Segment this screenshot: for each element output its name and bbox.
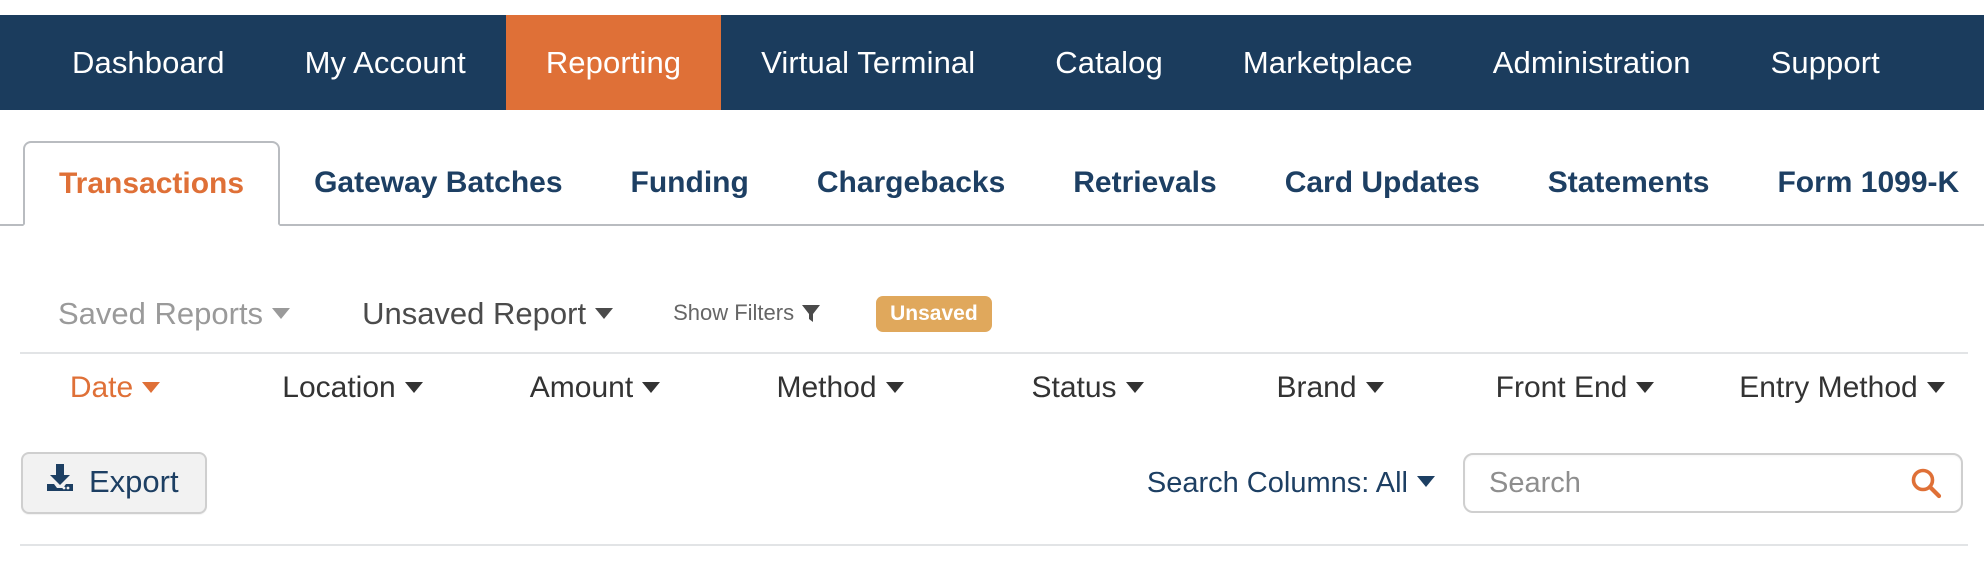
nav-item-label: Marketplace (1242, 44, 1413, 80)
chevron-down-icon (1926, 381, 1945, 393)
export-button-label: Export (89, 464, 179, 499)
show-filters-toggle[interactable]: Show Filters (673, 300, 821, 327)
unsaved-report-dropdown[interactable]: Unsaved Report (362, 296, 614, 332)
tab-retrievals[interactable]: Retrievals (1039, 141, 1250, 224)
chevron-down-icon (1365, 381, 1384, 393)
primary-navigation: Dashboard My Account Reporting Virtual T… (0, 15, 1984, 110)
nav-right-spacer (1920, 15, 1984, 110)
nav-left-spacer (0, 15, 32, 110)
nav-item-my-account[interactable]: My Account (265, 15, 506, 110)
table-divider-bottom (20, 544, 1968, 546)
chevron-down-icon (1636, 381, 1655, 393)
tab-label: Card Updates (1284, 166, 1480, 199)
search-icon[interactable] (1909, 466, 1943, 500)
column-header-label: Date (69, 371, 134, 404)
nav-item-marketplace[interactable]: Marketplace (1203, 15, 1453, 110)
chevron-down-icon (142, 381, 161, 393)
column-header-location[interactable]: Location (230, 371, 475, 405)
chevron-down-icon (272, 308, 291, 320)
nav-item-virtual-terminal[interactable]: Virtual Terminal (721, 15, 1015, 110)
search-box[interactable] (1463, 453, 1963, 513)
column-header-label: Status (1031, 371, 1117, 404)
search-columns-value: All (1375, 466, 1408, 499)
nav-item-label: Catalog (1055, 44, 1163, 80)
tab-label: Form 1099-K (1777, 166, 1960, 199)
column-header-label: Brand (1276, 371, 1357, 404)
saved-reports-dropdown[interactable]: Saved Reports (58, 296, 291, 332)
nav-item-support[interactable]: Support (1731, 15, 1920, 110)
column-header-row: Date Location Amount Method Status Brand… (0, 356, 1984, 420)
nav-item-label: Administration (1492, 44, 1691, 80)
column-header-entry-method[interactable]: Entry Method (1700, 371, 1984, 405)
nav-item-administration[interactable]: Administration (1453, 15, 1731, 110)
nav-item-label: Virtual Terminal (761, 44, 976, 80)
show-filters-label: Show Filters (673, 300, 795, 326)
column-header-label: Location (282, 371, 396, 404)
chevron-down-icon (885, 381, 904, 393)
column-header-method[interactable]: Method (715, 371, 965, 405)
unsaved-report-label: Unsaved Report (362, 296, 587, 331)
column-header-label: Amount (529, 371, 634, 404)
tab-funding[interactable]: Funding (597, 141, 783, 224)
nav-item-label: Support (1770, 44, 1880, 80)
tab-label: Chargebacks (816, 166, 1006, 199)
chevron-down-icon (1417, 476, 1435, 488)
tab-card-updates[interactable]: Card Updates (1251, 141, 1514, 224)
column-header-label: Entry Method (1739, 371, 1918, 404)
status-badge-label: Unsaved (890, 302, 978, 325)
table-action-row: Export Search Columns: All (0, 440, 1984, 526)
chevron-down-icon (642, 381, 661, 393)
search-input[interactable] (1487, 465, 1909, 501)
column-header-brand[interactable]: Brand (1210, 371, 1450, 405)
nav-item-label: My Account (304, 44, 466, 80)
chevron-down-icon (404, 381, 423, 393)
nav-item-reporting[interactable]: Reporting (505, 15, 722, 110)
tab-gateway-batches[interactable]: Gateway Batches (280, 141, 596, 224)
nav-item-dashboard[interactable]: Dashboard (32, 15, 265, 110)
column-header-front-end[interactable]: Front End (1450, 371, 1700, 405)
status-badge-unsaved: Unsaved (876, 296, 992, 332)
tab-label: Transactions (59, 167, 245, 200)
download-icon (45, 464, 75, 500)
chevron-down-icon (595, 308, 614, 320)
tab-label: Gateway Batches (314, 166, 563, 199)
toolbar-divider-top (20, 352, 1968, 354)
chevron-down-icon (1125, 381, 1144, 393)
column-header-label: Method (776, 371, 877, 404)
nav-item-label: Reporting (545, 44, 682, 80)
export-button[interactable]: Export (21, 452, 207, 514)
tab-label: Statements (1547, 166, 1710, 199)
tab-label: Funding (630, 166, 749, 199)
tab-label: Retrievals (1073, 166, 1217, 199)
column-header-date[interactable]: Date (0, 371, 230, 405)
report-section-tabs: Transactions Gateway Batches Funding Cha… (0, 110, 1984, 226)
column-header-status[interactable]: Status (965, 371, 1210, 405)
column-header-label: Front End (1495, 371, 1628, 404)
tab-chargebacks[interactable]: Chargebacks (783, 141, 1039, 224)
column-header-amount[interactable]: Amount (475, 371, 715, 405)
tab-transactions[interactable]: Transactions (23, 141, 281, 226)
search-columns-dropdown[interactable]: Search Columns: All (1147, 467, 1435, 500)
tab-form-1099k[interactable]: Form 1099-K (1743, 141, 1984, 224)
nav-item-catalog[interactable]: Catalog (1015, 15, 1203, 110)
search-columns-label: Search Columns: (1146, 466, 1370, 499)
report-toolbar: Saved Reports Unsaved Report Show Filter… (0, 288, 1984, 340)
tab-statements[interactable]: Statements (1514, 141, 1744, 224)
filter-funnel-icon (801, 303, 821, 329)
saved-reports-label: Saved Reports (58, 296, 264, 331)
nav-item-label: Dashboard (72, 44, 225, 80)
